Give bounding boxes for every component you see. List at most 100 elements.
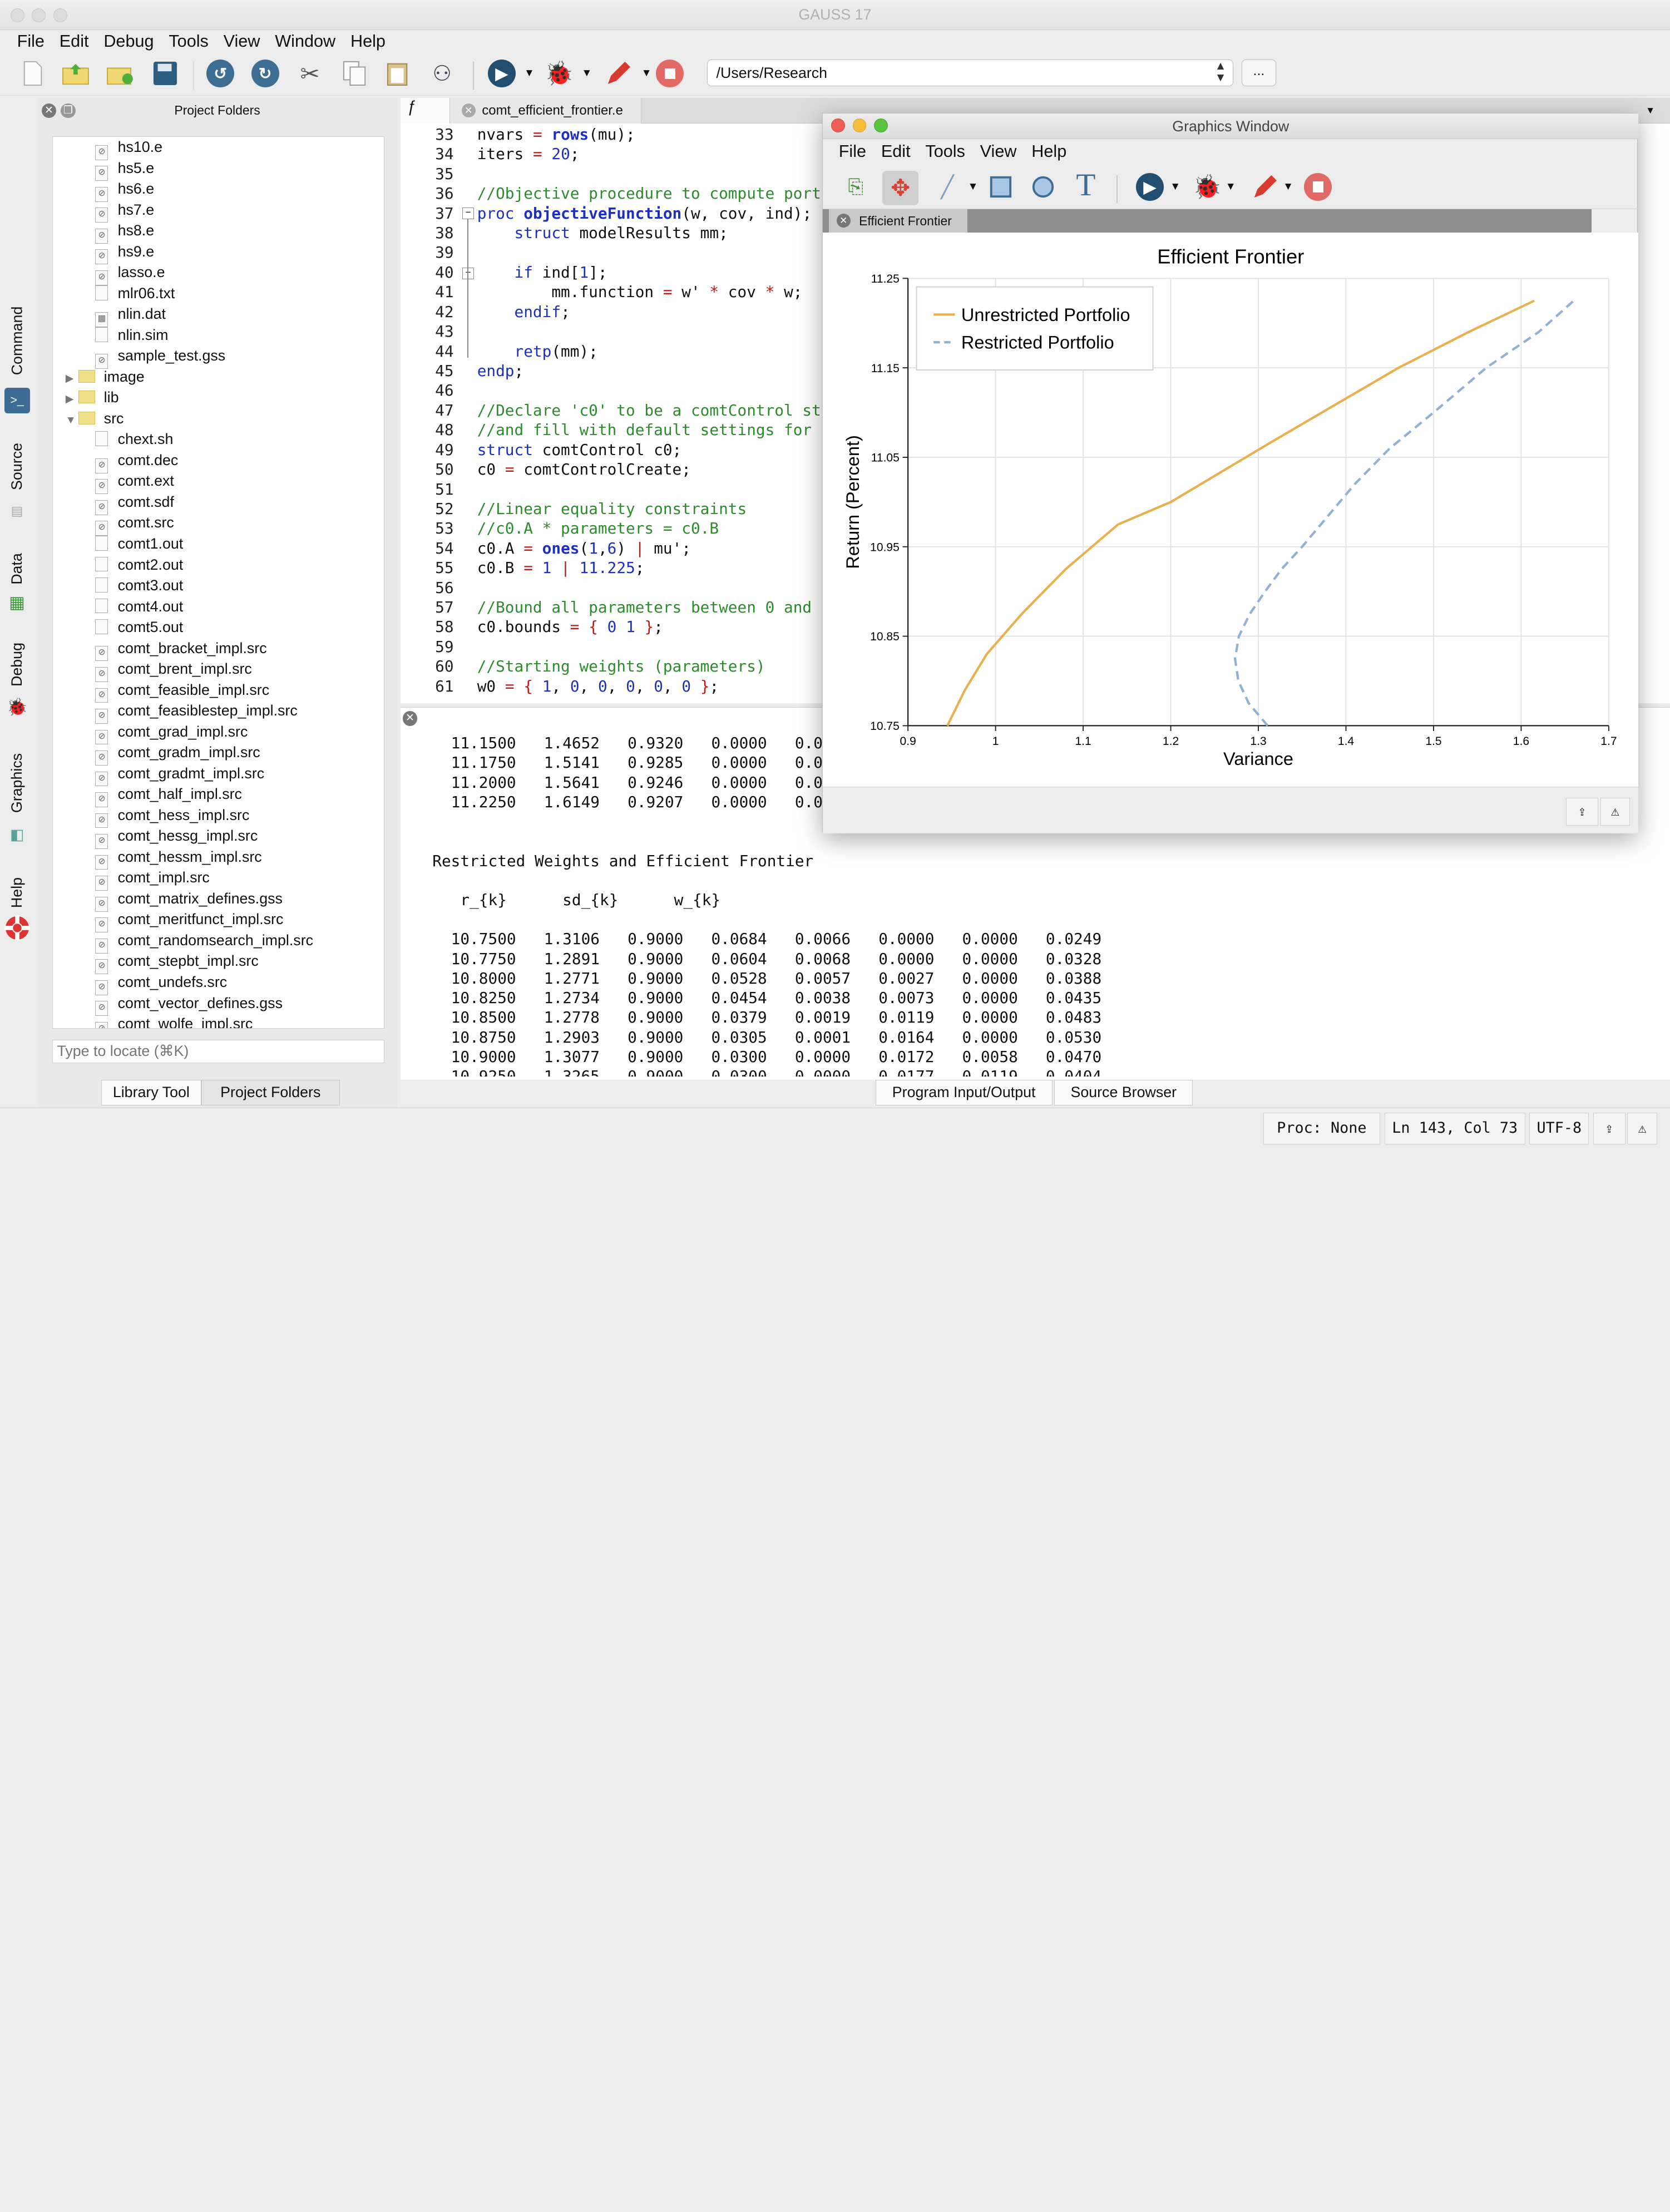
tree-file[interactable]: ⊘ comt.src <box>95 512 174 536</box>
tree-file[interactable]: ⊘ comt_stepbt_impl.src <box>95 951 259 975</box>
tree-file[interactable]: ⊘ comt_gradm_impl.src <box>95 742 260 766</box>
tree-file[interactable]: ⊘ sample_test.gss <box>95 345 225 369</box>
run-dropdown-icon[interactable]: ▼ <box>516 60 544 87</box>
debug-ladybug-icon[interactable]: 🐞 <box>545 60 574 87</box>
menu-debug[interactable]: Debug <box>96 30 161 53</box>
tree-file[interactable]: ⊘ comt_hessg_impl.src <box>95 826 258 849</box>
binoculars-icon[interactable]: ⚇ <box>428 60 456 87</box>
function-list-tab[interactable]: ƒ <box>400 98 449 124</box>
float-panel-icon[interactable]: ❐ <box>61 103 76 119</box>
tree-file[interactable]: ⊘ comt_hess_impl.src <box>95 805 249 828</box>
new-file-icon[interactable] <box>19 60 47 87</box>
save-icon[interactable] <box>151 60 179 87</box>
tab-data[interactable]: Data <box>4 547 30 590</box>
tree-file[interactable]: ⊘ hs9.e <box>95 241 154 265</box>
rectangle-tool-icon[interactable] <box>987 173 1015 201</box>
tree-file[interactable]: ⊘ comt.ext <box>95 471 174 495</box>
tree-file[interactable]: ⊘ comt_half_impl.src <box>95 784 242 807</box>
undo-icon[interactable]: ↺ <box>206 60 235 87</box>
graphics-menu-tools[interactable]: Tools <box>918 139 972 165</box>
warning-icon[interactable]: ⚠ <box>1627 1112 1657 1145</box>
new-folder-icon[interactable] <box>106 60 134 87</box>
export-icon[interactable]: ⇪ <box>1593 1112 1625 1145</box>
tab-source-browser[interactable]: Source Browser <box>1054 1080 1193 1106</box>
menu-file[interactable]: File <box>9 30 52 53</box>
graphics-menu-edit[interactable]: Edit <box>873 139 918 165</box>
tree-file[interactable]: ⊘ hs7.e <box>95 200 154 223</box>
paste-icon[interactable] <box>383 60 411 87</box>
collapsed-triangle-icon[interactable]: ▶ <box>66 389 78 410</box>
editor-file-tab[interactable]: ✕ comt_efficient_frontier.e <box>449 98 641 124</box>
tree-file[interactable]: mlr06.txt <box>95 283 175 304</box>
tree-file[interactable]: ⊘ comt_grad_impl.src <box>95 722 248 745</box>
working-directory-select[interactable]: /Users/Research ▲ ▼ <box>707 60 1233 87</box>
tree-file[interactable]: comt1.out <box>95 534 183 555</box>
tab-debug[interactable]: Debug <box>4 639 30 690</box>
close-tab-icon[interactable]: ✕ <box>461 103 476 117</box>
graphics-run-icon[interactable]: ▶ <box>1135 173 1164 201</box>
tree-file[interactable]: ⊘ comt_matrix_defines.gss <box>95 888 283 912</box>
tab-help[interactable]: Help <box>4 871 30 914</box>
tree-file[interactable]: comt4.out <box>95 596 183 618</box>
command-prompt-icon[interactable]: >_ <box>4 387 30 413</box>
redo-icon[interactable]: ↻ <box>251 60 279 87</box>
stop-icon[interactable] <box>656 60 684 87</box>
graphics-export-icon[interactable]: ⇪ <box>1566 798 1598 826</box>
graphics-tab-efficient-frontier[interactable]: ✕ Efficient Frontier <box>829 209 968 233</box>
close-output-icon[interactable]: ✕ <box>402 710 418 726</box>
line-tool-dropdown-icon[interactable]: ▼ <box>959 173 987 201</box>
collapsed-triangle-icon[interactable]: ▶ <box>66 368 78 389</box>
project-tree[interactable]: ⊘ hs10.e ⊘ hs5.e ⊘ hs6.e ⊘ hs7.e ⊘ hs8.e ⊘ hs9.e ⊘ la… <box>52 136 385 1029</box>
tree-file[interactable]: comt3.out <box>95 575 183 596</box>
menu-help[interactable]: Help <box>343 30 393 53</box>
tree-file[interactable]: comt5.out <box>95 617 183 638</box>
graph-edit-icon[interactable]: ⎘ <box>842 173 869 201</box>
graphics-menu-help[interactable]: Help <box>1024 139 1074 165</box>
tree-folder-lib[interactable]: ▶ lib <box>66 387 119 408</box>
copy-icon[interactable] <box>341 60 369 87</box>
tree-folder-image[interactable]: ▶ image <box>66 367 145 388</box>
tree-file[interactable]: comt2.out <box>95 555 183 576</box>
tree-file[interactable]: ▦ nlin.dat <box>95 304 166 327</box>
tree-file[interactable]: ⊘ comt_brent_impl.src <box>95 659 252 682</box>
tree-file[interactable]: ⊘ comt_feasible_impl.src <box>95 680 269 703</box>
graphics-run-dropdown-icon[interactable]: ▼ <box>1162 173 1189 201</box>
tree-file[interactable]: ⊘ hs5.e <box>95 158 154 181</box>
tree-file[interactable]: ⊘ hs6.e <box>95 179 154 202</box>
tree-file[interactable]: ⊘ comt_bracket_impl.src <box>95 638 267 661</box>
plot-area[interactable]: 0.9 1 1.1 1.2 1.3 1.4 1.5 1.6 1.7 10.75 10.85 10.95… <box>822 233 1639 787</box>
tree-file[interactable]: ⊘ hs8.e <box>95 220 154 244</box>
menu-edit[interactable]: Edit <box>52 30 96 53</box>
tab-graphics[interactable]: Graphics <box>4 745 30 820</box>
pencil-icon[interactable] <box>605 60 633 87</box>
tree-file[interactable]: ⊘ comt.sdf <box>95 492 174 515</box>
tree-file[interactable]: chext.sh <box>95 429 173 450</box>
tab-library-tool[interactable]: Library Tool <box>101 1080 201 1106</box>
tree-file[interactable]: ⊘ comt_wolfe_impl.src <box>95 1014 253 1029</box>
debug-dropdown-icon[interactable]: ▼ <box>573 60 601 87</box>
menu-window[interactable]: Window <box>268 30 343 53</box>
graphics-menu-file[interactable]: File <box>831 139 873 165</box>
graphics-menu-view[interactable]: View <box>972 139 1024 165</box>
menu-tools[interactable]: Tools <box>161 30 216 53</box>
menu-view[interactable]: View <box>216 30 268 53</box>
fold-toggle-icon[interactable]: − <box>462 208 474 220</box>
open-folder-icon[interactable] <box>62 60 90 87</box>
tree-file[interactable]: ⊘ comt_meritfunct_impl.src <box>95 909 283 933</box>
tree-file[interactable]: ⊘ comt_undefs.src <box>95 972 227 995</box>
line-tool-icon[interactable]: ╱ <box>933 173 961 201</box>
tree-file[interactable]: ⊘ comt_randomsearch_impl.src <box>95 930 313 954</box>
tree-file[interactable]: ⊘ comt_hessm_impl.src <box>95 847 262 870</box>
tree-file[interactable]: nlin.sim <box>95 325 168 346</box>
tree-file[interactable]: ⊘ comt_impl.src <box>95 867 210 891</box>
text-tool-icon[interactable]: T <box>1072 167 1100 203</box>
tab-project-folders[interactable]: Project Folders <box>201 1080 340 1106</box>
tree-file[interactable]: ⊘ comt_vector_defines.gss <box>95 993 283 1016</box>
close-graph-tab-icon[interactable]: ✕ <box>836 213 851 228</box>
efficient-frontier-chart[interactable]: 0.9 1 1.1 1.2 1.3 1.4 1.5 1.6 1.7 10.75 10.85 10.95… <box>823 233 1639 787</box>
tree-file[interactable]: ⊘ comt_feasiblestep_impl.src <box>95 700 298 724</box>
tree-file[interactable]: ⊘ comt.dec <box>95 450 178 473</box>
ellipse-tool-icon[interactable] <box>1029 173 1057 201</box>
browse-directory-button[interactable]: ... <box>1242 60 1276 87</box>
tab-command[interactable]: Command <box>4 298 30 383</box>
